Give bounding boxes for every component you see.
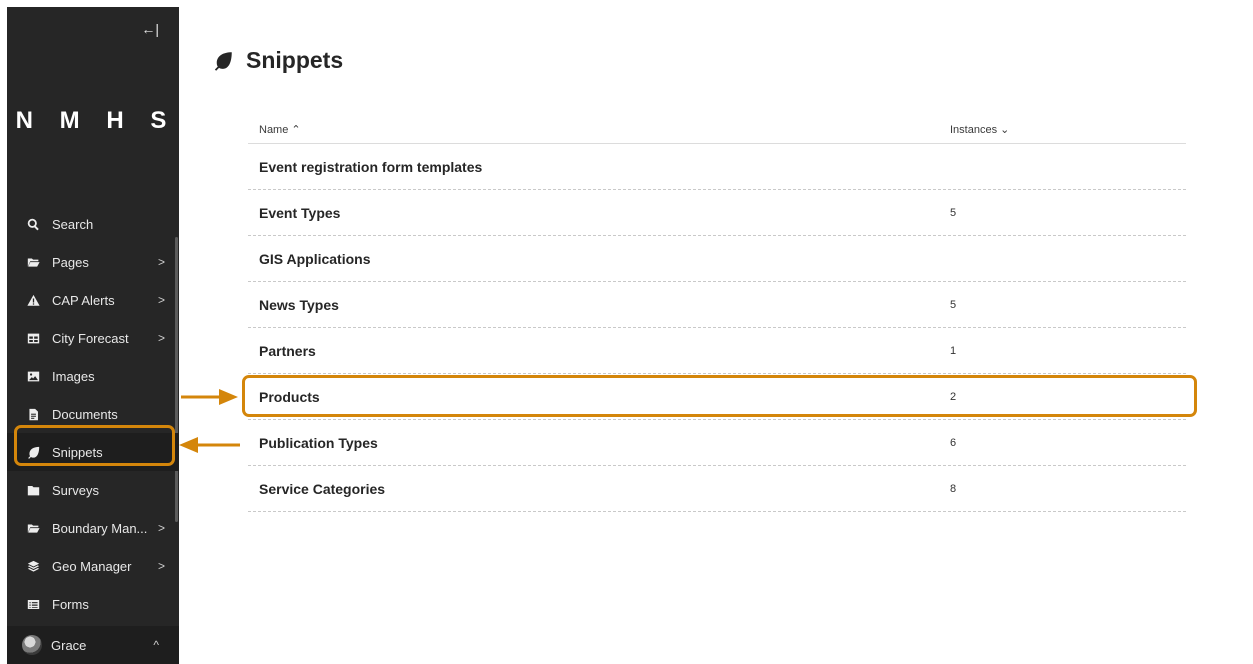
chevron-right-icon: > [157,331,165,345]
chevron-up-icon: ^ [153,638,159,652]
sidebar-item-boundary-manager[interactable]: Boundary Man... > [7,509,179,547]
chevron-right-icon: > [157,559,165,573]
avatar [22,635,42,655]
table-header: Name ⌃ Instances ⌄ [248,116,1186,144]
table-row: GIS Applications [248,236,1186,282]
snippets-table: Name ⌃ Instances ⌄ Event registration fo… [248,116,1186,512]
page-title: Snippets [212,47,343,74]
sidebar-item-label: Pages [52,254,89,270]
sidebar: ←| N M H S Search Pages > CAP Alerts > C… [7,7,179,664]
user-menu[interactable]: Grace ^ [7,626,179,664]
table-row: Service Categories 8 [248,466,1186,512]
sidebar-item-surveys[interactable]: Surveys [7,471,179,509]
folder-open-icon [26,255,40,269]
warning-icon [26,293,40,307]
highlight-box-snippets [14,425,175,466]
table-row: Partners 1 [248,328,1186,374]
table-row: Event Types 5 [248,190,1186,236]
sort-by-instances-header[interactable]: Instances ⌄ [950,123,1009,136]
sidebar-item-forms[interactable]: Forms [7,585,179,623]
sidebar-nav: Search Pages > CAP Alerts > City Forecas… [7,205,179,623]
chevron-right-icon: > [157,293,165,307]
user-name: Grace [51,637,87,653]
sidebar-item-city-forecast[interactable]: City Forecast > [7,319,179,357]
instance-count: 1 [950,344,957,357]
sidebar-item-images[interactable]: Images [7,357,179,395]
sidebar-item-search[interactable]: Search [7,205,179,243]
chevron-right-icon: > [157,255,165,269]
arrow-right-icon [181,388,239,406]
table-icon [26,331,40,345]
folder-icon [26,483,40,497]
table-row: Publication Types 6 [248,420,1186,466]
document-icon [26,407,40,421]
snippet-type-link[interactable]: Event registration form templates [248,159,950,175]
collapse-sidebar-icon[interactable]: ←| [141,21,159,37]
sidebar-item-label: CAP Alerts [52,292,115,308]
instance-count: 5 [950,298,957,311]
snippet-type-link[interactable]: Event Types [248,205,950,221]
layers-icon [26,559,40,573]
snippet-type-link[interactable]: Service Categories [248,481,950,497]
table-row: News Types 5 [248,282,1186,328]
arrow-left-icon [178,436,240,454]
list-icon [26,597,40,611]
instance-count: 6 [950,436,957,449]
sidebar-item-label: Boundary Man... [52,520,148,536]
instance-count: 5 [950,206,957,219]
leaf-icon [214,51,232,71]
sidebar-item-label: Forms [52,596,89,612]
folder-open-icon [26,521,40,535]
page-title-text: Snippets [246,47,344,73]
sidebar-item-label: City Forecast [52,330,129,346]
instance-count: 8 [950,482,957,495]
sidebar-item-label: Images [52,368,95,384]
snippet-type-link[interactable]: Partners [248,343,950,359]
sidebar-item-cap-alerts[interactable]: CAP Alerts > [7,281,179,319]
sidebar-item-label: Search [52,216,94,232]
sidebar-item-pages[interactable]: Pages > [7,243,179,281]
snippet-type-link[interactable]: News Types [248,297,950,313]
table-row: Event registration form templates [248,144,1186,190]
sort-by-name-header[interactable]: Name ⌃ [248,123,950,136]
sidebar-item-geo-manager[interactable]: Geo Manager > [7,547,179,585]
snippet-type-link[interactable]: GIS Applications [248,251,950,267]
site-logo[interactable]: N M H S [7,107,179,135]
sidebar-item-label: Geo Manager [52,558,132,574]
image-icon [26,369,40,383]
chevron-right-icon: > [157,521,165,535]
snippet-type-link[interactable]: Publication Types [248,435,950,451]
sidebar-item-label: Documents [52,406,118,422]
sidebar-item-label: Surveys [52,482,99,498]
highlight-box-products [242,375,1197,417]
search-icon [26,217,40,231]
